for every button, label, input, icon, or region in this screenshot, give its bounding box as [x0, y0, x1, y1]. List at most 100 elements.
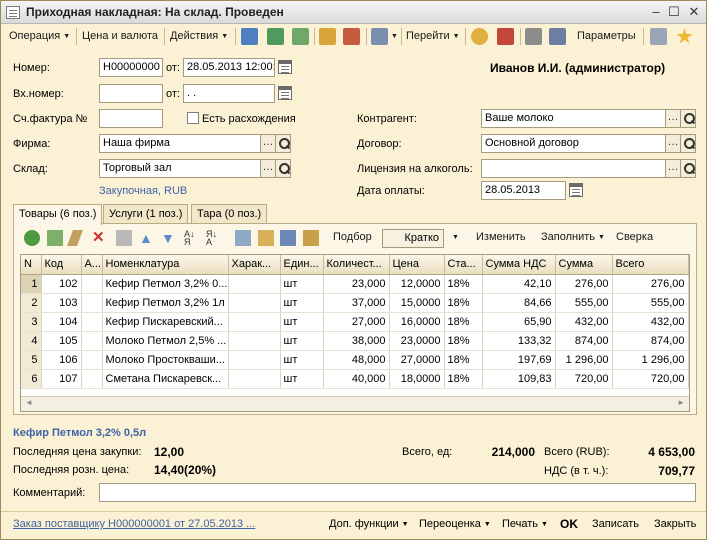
column-header[interactable]: Сумма — [555, 255, 613, 275]
table-cell-total[interactable]: 276,00 — [612, 274, 689, 294]
in-number-field[interactable] — [99, 84, 163, 103]
table-cell-code[interactable]: 107 — [41, 369, 82, 389]
table-cell-sum[interactable]: 720,00 — [555, 369, 613, 389]
table-cell-price[interactable]: 12,0000 — [389, 274, 445, 294]
column-header[interactable]: Номенклатура — [102, 255, 229, 275]
table-cell-vat[interactable]: 65,90 — [482, 312, 556, 332]
list-icon[interactable] — [525, 28, 542, 45]
table-row[interactable]: 4 105 Молоко Петмол 2,5% ... шт 38,000 23,000… — [21, 331, 689, 351]
column-header[interactable]: Сумма НДС — [482, 255, 556, 275]
invoice-field[interactable] — [99, 109, 163, 128]
save-row-icon[interactable] — [116, 230, 132, 246]
edit-row-icon[interactable] — [67, 230, 83, 246]
table-cell-qty[interactable]: 23,000 — [323, 274, 390, 294]
back-icon[interactable] — [241, 28, 258, 45]
table-cell-total[interactable]: 874,00 — [612, 331, 689, 351]
copy-all-icon[interactable] — [280, 230, 296, 246]
table-cell-a[interactable] — [81, 274, 103, 294]
paste-all-icon[interactable] — [303, 230, 319, 246]
tab-services[interactable]: Услуги (1 поз.) — [103, 204, 189, 224]
column-header[interactable]: Ста... — [444, 255, 483, 275]
table-cell-vat[interactable]: 109,83 — [482, 369, 556, 389]
view-dropdown[interactable]: ▼ — [449, 228, 459, 247]
table-cell-total[interactable]: 1 296,00 — [612, 350, 689, 370]
copy-icon[interactable] — [235, 230, 251, 246]
table-cell-sum[interactable]: 276,00 — [555, 274, 613, 294]
brief-toggle[interactable]: Кратко — [382, 229, 444, 248]
table-cell-n[interactable]: 3 — [21, 312, 42, 332]
post-doc-icon[interactable] — [319, 28, 336, 45]
search-icon[interactable] — [275, 134, 291, 153]
firm-field[interactable]: Наша фирма — [99, 134, 261, 153]
table-cell-rate[interactable]: 18% — [444, 312, 483, 332]
table-cell-price[interactable]: 27,0000 — [389, 350, 445, 370]
table-cell-a[interactable] — [81, 350, 103, 370]
warehouse-field[interactable]: Торговый зал — [99, 159, 261, 178]
payment-date-field[interactable]: 28.05.2013 — [481, 181, 566, 200]
minimize-button[interactable]: ‒ — [647, 4, 665, 20]
table-row[interactable]: 2 103 Кефир Петмол 3,2% 1л шт 37,000 15,0000 1… — [21, 293, 689, 313]
table-cell-qty[interactable]: 38,000 — [323, 331, 390, 351]
table-cell-price[interactable]: 16,0000 — [389, 312, 445, 332]
search-icon[interactable] — [680, 159, 696, 178]
firm-select-button[interactable]: … — [260, 134, 276, 153]
check-button[interactable]: Сверка — [616, 228, 653, 247]
table-cell-n[interactable]: 2 — [21, 293, 42, 313]
contract-field[interactable]: Основной договор — [481, 134, 666, 153]
table-cell-qty[interactable]: 27,000 — [323, 312, 390, 332]
column-header[interactable]: N — [21, 255, 42, 275]
table-cell-name[interactable]: Кефир Петмол 3,2% 0... — [102, 274, 229, 294]
contract-select-button[interactable]: … — [665, 134, 681, 153]
table-cell-unit[interactable]: шт — [280, 369, 324, 389]
unpost-doc-icon[interactable] — [343, 28, 360, 45]
table-cell-price[interactable]: 15,0000 — [389, 293, 445, 313]
table-cell-code[interactable]: 103 — [41, 293, 82, 313]
warehouse-select-button[interactable]: … — [260, 159, 276, 178]
sort-asc-icon[interactable]: A↓ Я — [184, 230, 200, 247]
table-cell-rate[interactable]: 18% — [444, 350, 483, 370]
move-up-icon[interactable]: ▲ — [139, 230, 155, 246]
table-cell-sum[interactable]: 432,00 — [555, 312, 613, 332]
table-cell-vat[interactable]: 42,10 — [482, 274, 556, 294]
table-cell-price[interactable]: 23,0000 — [389, 331, 445, 351]
discrepancy-checkbox[interactable] — [187, 112, 199, 124]
table-cell-vat[interactable]: 84,66 — [482, 293, 556, 313]
params-button[interactable]: Параметры — [577, 27, 636, 46]
table-cell-n[interactable]: 5 — [21, 350, 42, 370]
counterparty-select-button[interactable]: … — [665, 109, 681, 128]
help-icon[interactable] — [471, 28, 488, 45]
table-row[interactable]: 6 107 Сметана Пискаревск... шт 40,000 18,0000… — [21, 369, 689, 389]
table-cell-name[interactable]: Кефир Пискаревский... — [102, 312, 229, 332]
number-field[interactable]: Н00000000 — [99, 58, 163, 77]
calendar-icon[interactable] — [569, 183, 583, 197]
table-cell-total[interactable]: 555,00 — [612, 293, 689, 313]
goto-menu[interactable]: Перейти ▼ — [406, 27, 460, 46]
table-cell-code[interactable]: 106 — [41, 350, 82, 370]
maximize-button[interactable]: ☐ — [665, 4, 683, 20]
table-cell-sum[interactable]: 555,00 — [555, 293, 613, 313]
table-cell-vat[interactable]: 197,69 — [482, 350, 556, 370]
tab-goods[interactable]: Товары (6 поз.) — [13, 204, 103, 225]
table-cell-char[interactable] — [228, 293, 281, 313]
table-row[interactable]: 3 104 Кефир Пискаревский... шт 27,000 16,0000… — [21, 312, 689, 332]
reprice-menu[interactable]: Переоценка ▼ — [419, 518, 491, 530]
search-icon[interactable] — [680, 134, 696, 153]
table-cell-unit[interactable]: шт — [280, 350, 324, 370]
refresh-icon[interactable] — [267, 28, 284, 45]
print-menu[interactable]: Печать ▼ — [502, 518, 548, 530]
extra-functions-menu[interactable]: Доп. функции ▼ — [329, 518, 409, 530]
table-cell-a[interactable] — [81, 312, 103, 332]
table-cell-n[interactable]: 6 — [21, 369, 42, 389]
table-cell-char[interactable] — [228, 274, 281, 294]
hierarchy-icon[interactable] — [497, 28, 514, 45]
table-cell-code[interactable]: 104 — [41, 312, 82, 332]
license-field[interactable] — [481, 159, 666, 178]
table-cell-rate[interactable]: 18% — [444, 369, 483, 389]
column-header[interactable]: Харак... — [228, 255, 281, 275]
move-down-icon[interactable]: ▼ — [161, 230, 177, 246]
table-cell-code[interactable]: 105 — [41, 331, 82, 351]
table-cell-a[interactable] — [81, 331, 103, 351]
sort-desc-icon[interactable]: Я↓ A — [206, 230, 222, 247]
table-cell-total[interactable]: 720,00 — [612, 369, 689, 389]
price-currency-button[interactable]: Цена и валюта — [82, 27, 158, 46]
